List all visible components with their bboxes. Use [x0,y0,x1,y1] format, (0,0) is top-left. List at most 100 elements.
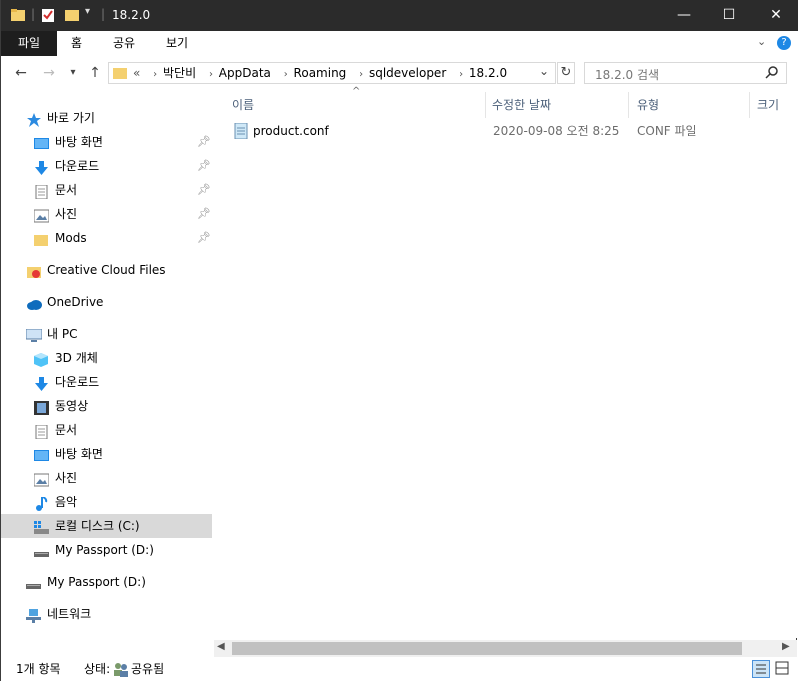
download-arrow-icon [34,159,49,175]
cloud-icon [26,295,42,310]
sidebar-item-downloads[interactable]: 다운로드 📌︎ [1,154,212,178]
refresh-icon[interactable]: ↻ [557,62,575,84]
sidebar-item-mods[interactable]: Mods 📌︎ [1,226,212,250]
new-folder-icon[interactable] [65,8,79,22]
sidebar-item-label: 다운로드 [55,375,100,389]
sidebar-item-label: 바탕 화면 [55,135,103,149]
customize-quick-access-icon[interactable]: ▾ [85,6,90,17]
drive-icon [34,519,49,534]
breadcrumb-item[interactable]: sqldeveloper [369,66,446,80]
search-input[interactable]: 18.2.0 검색 [595,66,659,83]
sidebar-item-label: 3D 개체 [55,351,98,365]
sidebar-item-videos[interactable]: 동영상 [1,394,212,418]
search-box[interactable]: 18.2.0 검색 [584,62,787,84]
breadcrumb-separator-icon[interactable]: › [153,69,157,80]
horizontal-scrollbar[interactable]: ◀ ▶ [214,640,797,657]
pin-icon[interactable]: 📌︎ [197,226,211,250]
back-arrow-icon[interactable]: ← [13,65,29,81]
document-icon [34,183,49,200]
minimize-button[interactable]: — [661,0,707,31]
sidebar-item-this-pc[interactable]: 내 PC [1,322,212,346]
recent-locations-icon[interactable]: ▾ [65,65,81,81]
breadcrumb-separator-icon[interactable]: › [459,69,463,80]
help-icon[interactable]: ? [777,36,791,50]
breadcrumb-separator-icon[interactable]: › [359,69,363,80]
scroll-left-icon[interactable]: ◀ [217,641,225,652]
file-list: ^ 이름 수정한 날짜 유형 크기 product.conf 2020-09-0… [215,86,798,638]
tab-share[interactable]: 공유 [99,31,149,56]
tab-view[interactable]: 보기 [152,31,202,56]
ribbon-tabs: 파일 홈 공유 보기 ⌄ ? [1,31,798,57]
sidebar-item-label: 로컬 디스크 (C:) [55,519,140,533]
drive-icon [26,575,41,589]
breadcrumb-separator-icon[interactable]: › [209,69,213,80]
sidebar-item-label: 사진 [55,471,78,485]
breadcrumb-item[interactable]: Roaming [294,66,347,80]
sidebar-item-creative-cloud[interactable]: Creative Cloud Files [1,258,212,282]
sidebar-item-label: Mods [55,231,87,245]
pin-icon[interactable]: 📌︎ [197,178,211,202]
properties-icon[interactable] [41,8,55,22]
sidebar-item-documents[interactable]: 문서 📌︎ [1,178,212,202]
scrollbar-thumb[interactable] [232,642,742,655]
breadcrumb-item[interactable]: AppData [219,66,271,80]
pin-icon[interactable]: 📌︎ [197,202,211,226]
sidebar-item-music[interactable]: 음악 [1,490,212,514]
address-dropdown-icon[interactable]: ⌄ [539,64,549,78]
forward-arrow-icon[interactable]: → [41,65,57,81]
scroll-right-icon[interactable]: ▶ [782,641,790,652]
sort-ascending-icon: ^ [352,86,361,97]
sidebar-item-onedrive[interactable]: OneDrive [1,290,212,314]
column-header-modified[interactable]: 수정한 날짜 [492,92,551,118]
sidebar-item-label: OneDrive [47,295,104,309]
column-header-type[interactable]: 유형 [637,92,659,118]
details-view-icon[interactable] [752,660,770,678]
desktop-icon [34,447,49,461]
sidebar-item-local-disk[interactable]: 로컬 디스크 (C:) [1,514,212,538]
pin-icon[interactable]: 📌︎ [197,130,211,154]
sidebar-item-downloads-pc[interactable]: 다운로드 [1,370,212,394]
sidebar-item-label: 내 PC [47,327,78,341]
sidebar-item-desktop-pc[interactable]: 바탕 화면 [1,442,212,466]
sidebar-item-pictures-pc[interactable]: 사진 [1,466,212,490]
column-header-name[interactable]: 이름 [232,92,254,118]
sidebar-item-quick-access[interactable]: 바로 가기 [1,106,212,130]
breadcrumb-overflow[interactable]: « [133,66,140,80]
sidebar-item-label: My Passport (D:) [55,543,154,557]
sidebar-item-pictures[interactable]: 사진 📌︎ [1,202,212,226]
sidebar-item-documents-pc[interactable]: 문서 [1,418,212,442]
column-divider[interactable] [628,92,629,118]
folder-icon [34,231,49,246]
breadcrumb-separator-icon[interactable]: › [284,69,288,80]
close-button[interactable]: ✕ [753,0,798,31]
folder-icon [113,66,127,83]
sidebar-item-passport[interactable]: My Passport (D:) [1,570,212,594]
column-header-size[interactable]: 크기 [757,92,779,118]
sidebar-item-network[interactable]: 네트워크 [1,602,212,626]
status-bar: 1개 항목 상태: 공유됨 [1,657,798,681]
chevron-down-icon[interactable]: ⌄ [757,35,766,48]
sidebar-item-passport-pc[interactable]: My Passport (D:) [1,538,212,562]
breadcrumb-item[interactable]: 박단비 [163,66,196,80]
sidebar-item-3d-objects[interactable]: 3D 개체 [1,346,212,370]
sidebar-item-desktop[interactable]: 바탕 화면 📌︎ [1,130,212,154]
sidebar-item-label: 동영상 [55,399,89,413]
column-divider[interactable] [749,92,750,118]
document-icon [34,423,49,440]
tab-file[interactable]: 파일 [1,31,58,56]
breadcrumb-item[interactable]: 18.2.0 [469,66,507,80]
pin-icon[interactable]: 📌︎ [197,154,211,178]
file-row[interactable]: product.conf 2020-09-08 오전 8:25 CONF 파일 [232,120,772,142]
tab-home[interactable]: 홈 [57,31,96,56]
sidebar-item-label: 바탕 화면 [55,447,103,461]
desktop-icon [34,135,49,149]
status-label: 상태: [84,662,111,676]
address-bar[interactable]: « › 박단비 › AppData › Roaming › sqldevelop… [108,62,556,84]
large-icons-view-icon[interactable] [774,660,792,678]
computer-icon [25,327,43,342]
cube-icon [34,351,49,367]
maximize-button[interactable]: ☐ [706,0,752,31]
column-divider[interactable] [485,92,486,118]
up-arrow-icon[interactable]: ↑ [87,65,103,81]
titlebar-divider: | [101,7,106,21]
